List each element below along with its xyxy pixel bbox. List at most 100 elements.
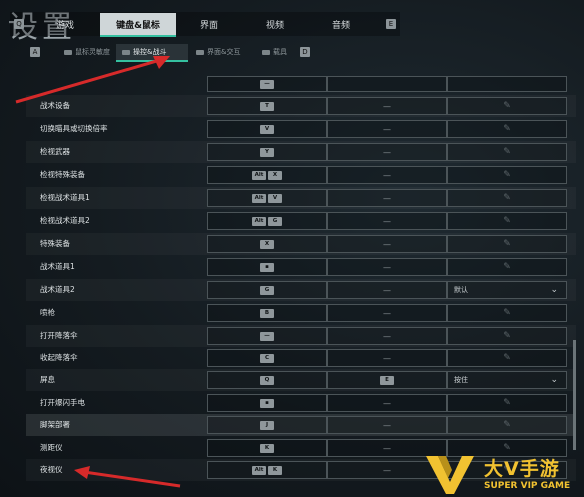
pencil-icon[interactable]: ✎ xyxy=(503,308,511,318)
secondary-key-slot[interactable]: — xyxy=(327,120,447,138)
empty-binding: — xyxy=(383,147,391,157)
primary-key-slot[interactable]: ▪ xyxy=(207,258,327,276)
action-label: 打开爆闪手电 xyxy=(40,398,85,407)
keybinding-row: 屏息 Q E 按住 ⌄ xyxy=(26,369,576,391)
key-cap: K xyxy=(268,465,282,475)
key-cap: J xyxy=(260,420,274,430)
primary-key-slot[interactable]: Alt V xyxy=(207,189,327,207)
key-cap: Q xyxy=(260,375,274,385)
edit-slot[interactable]: ✎ xyxy=(447,97,567,115)
primary-key-slot[interactable]: — xyxy=(207,76,327,92)
pencil-icon[interactable]: ✎ xyxy=(503,420,511,430)
keybinding-row: 检视特殊装备 Alt X — ✎ xyxy=(26,164,576,186)
primary-key-slot[interactable]: K xyxy=(207,439,327,457)
action-label: 检视武器 xyxy=(40,147,70,156)
secondary-key-slot[interactable]: — xyxy=(327,281,447,299)
edit-slot[interactable]: ✎ xyxy=(447,416,567,434)
secondary-key-slot[interactable]: — xyxy=(327,258,447,276)
keybinding-row: 切换瞄具或切换倍率 V — ✎ xyxy=(26,118,576,140)
edit-slot[interactable]: ✎ xyxy=(447,304,567,322)
secondary-key-slot[interactable]: — xyxy=(327,304,447,322)
secondary-key-slot[interactable]: — xyxy=(327,143,447,161)
subtab-2[interactable]: 界面&交互 xyxy=(190,44,258,60)
keybinding-row: 检视战术道具1 Alt V — ✎ xyxy=(26,187,576,209)
edit-slot[interactable]: ✎ xyxy=(447,235,567,253)
edit-slot[interactable]: ✎ xyxy=(447,189,567,207)
primary-key-slot[interactable]: B xyxy=(207,304,327,322)
pencil-icon[interactable]: ✎ xyxy=(503,170,511,180)
empty-binding: — xyxy=(383,101,391,111)
primary-key-slot[interactable]: Alt X xyxy=(207,166,327,184)
dropdown-value: 按住 xyxy=(454,376,468,384)
chevron-down-icon: ⌄ xyxy=(550,375,558,385)
pencil-icon[interactable]: ✎ xyxy=(503,124,511,134)
subtab-label: 载具 xyxy=(273,48,287,56)
edit-slot[interactable]: ✎ xyxy=(447,394,567,412)
pencil-icon[interactable]: ✎ xyxy=(503,239,511,249)
secondary-key-slot[interactable]: — xyxy=(327,166,447,184)
top-tabs: Q 游戏 键盘&鼠标 界面 视频 音频 E xyxy=(14,13,396,35)
key-cap: Alt xyxy=(252,465,266,475)
key-cap: Y xyxy=(260,147,274,157)
pencil-icon[interactable]: ✎ xyxy=(503,331,511,341)
primary-key-slot[interactable]: G xyxy=(207,281,327,299)
pencil-icon[interactable]: ✎ xyxy=(503,101,511,111)
mode-dropdown[interactable]: 默认 ⌄ xyxy=(447,281,567,299)
tab-1[interactable]: 键盘&鼠标 xyxy=(100,13,176,35)
action-label: 战术道具2 xyxy=(40,285,75,294)
primary-key-slot[interactable]: Q xyxy=(207,371,327,389)
pencil-icon[interactable]: ✎ xyxy=(503,193,511,203)
pencil-icon[interactable]: ✎ xyxy=(503,353,511,363)
edit-slot[interactable]: ✎ xyxy=(447,120,567,138)
scrollbar[interactable] xyxy=(573,340,576,450)
key-cap: C xyxy=(260,353,274,363)
secondary-key-slot[interactable]: — xyxy=(327,189,447,207)
primary-key-slot[interactable]: Alt G xyxy=(207,212,327,230)
primary-key-slot[interactable]: ▪ xyxy=(207,394,327,412)
pencil-icon[interactable]: ✎ xyxy=(503,398,511,408)
secondary-key-slot[interactable] xyxy=(327,76,447,92)
pencil-icon[interactable]: ✎ xyxy=(503,147,511,157)
secondary-key-slot[interactable]: E xyxy=(327,371,447,389)
pencil-icon[interactable]: ✎ xyxy=(503,262,511,272)
tab-4[interactable]: 音频 xyxy=(308,13,374,35)
tab-2[interactable]: 界面 xyxy=(176,13,242,35)
subtab-next-key-icon[interactable]: D xyxy=(300,47,310,57)
pencil-icon[interactable]: ✎ xyxy=(503,216,511,226)
primary-key-slot[interactable]: X xyxy=(207,235,327,253)
primary-key-slot[interactable]: Alt K xyxy=(207,461,327,479)
primary-key-slot[interactable]: V xyxy=(207,120,327,138)
edit-slot[interactable]: ✎ xyxy=(447,166,567,184)
tab-prev-key-icon[interactable]: Q xyxy=(14,19,24,29)
secondary-key-slot[interactable]: — xyxy=(327,212,447,230)
tab-3[interactable]: 视频 xyxy=(242,13,308,35)
tab-next-key-icon[interactable]: E xyxy=(386,19,396,29)
tab-0[interactable]: 游戏 xyxy=(30,13,100,35)
edit-slot[interactable] xyxy=(447,76,567,92)
keybinding-row: 打开爆闪手电 ▪ — ✎ xyxy=(26,392,576,414)
primary-key-slot[interactable]: J xyxy=(207,416,327,434)
action-label: 检视特殊装备 xyxy=(40,170,85,179)
mode-dropdown[interactable]: 按住 ⌄ xyxy=(447,371,567,389)
secondary-key-slot[interactable]: — xyxy=(327,394,447,412)
edit-slot[interactable]: ✎ xyxy=(447,143,567,161)
primary-key-slot[interactable]: Y xyxy=(207,143,327,161)
edit-slot[interactable]: ✎ xyxy=(447,258,567,276)
edit-slot[interactable]: ✎ xyxy=(447,212,567,230)
key-cap: Alt xyxy=(252,170,266,180)
primary-key-slot[interactable]: C xyxy=(207,349,327,367)
secondary-key-slot[interactable]: — xyxy=(327,416,447,434)
secondary-key-slot[interactable]: — xyxy=(327,97,447,115)
edit-slot[interactable]: ✎ xyxy=(447,349,567,367)
secondary-key-slot[interactable]: — xyxy=(327,327,447,345)
secondary-key-slot[interactable]: — xyxy=(327,235,447,253)
v-logo-icon xyxy=(426,456,474,494)
edit-slot[interactable]: ✎ xyxy=(447,327,567,345)
primary-key-slot[interactable]: T xyxy=(207,97,327,115)
secondary-key-slot[interactable]: — xyxy=(327,349,447,367)
primary-key-slot[interactable]: — xyxy=(207,327,327,345)
action-label: 战术道具1 xyxy=(40,262,75,271)
action-label: 检视战术道具2 xyxy=(40,216,90,225)
key-cap: Alt xyxy=(252,216,266,226)
action-label: 脚架部署 xyxy=(40,420,70,429)
